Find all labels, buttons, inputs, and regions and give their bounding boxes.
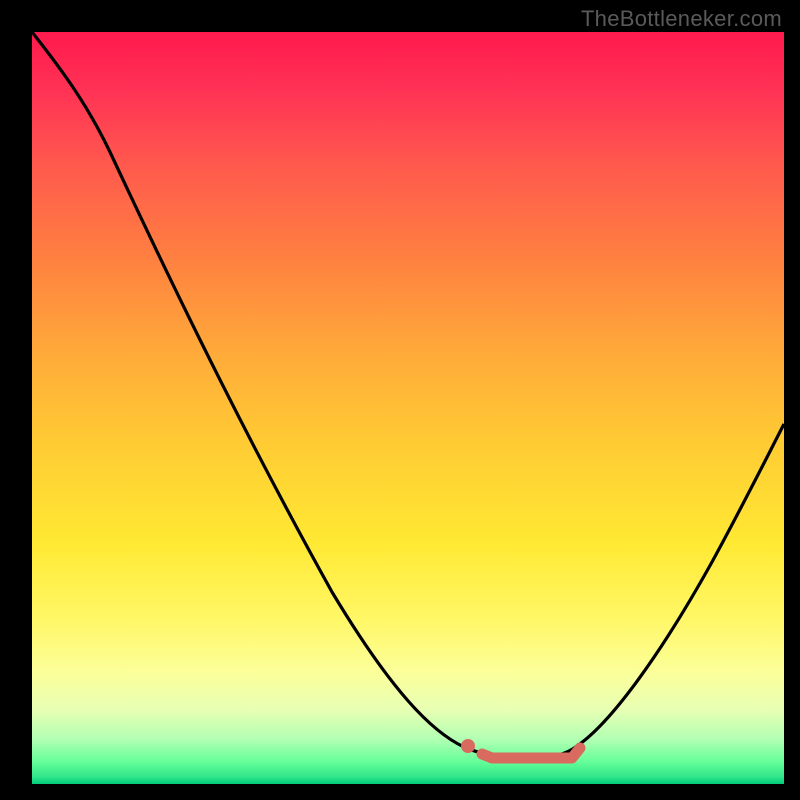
optimal-point-marker bbox=[461, 739, 475, 753]
attribution-text: TheBottleneker.com bbox=[581, 6, 782, 32]
bottleneck-curve bbox=[32, 32, 784, 758]
chart-container: TheBottleneker.com bbox=[0, 0, 800, 800]
curve-svg bbox=[32, 32, 784, 784]
bottom-frame bbox=[0, 784, 800, 800]
optimal-range-marker bbox=[482, 748, 580, 758]
plot-area bbox=[32, 32, 784, 784]
